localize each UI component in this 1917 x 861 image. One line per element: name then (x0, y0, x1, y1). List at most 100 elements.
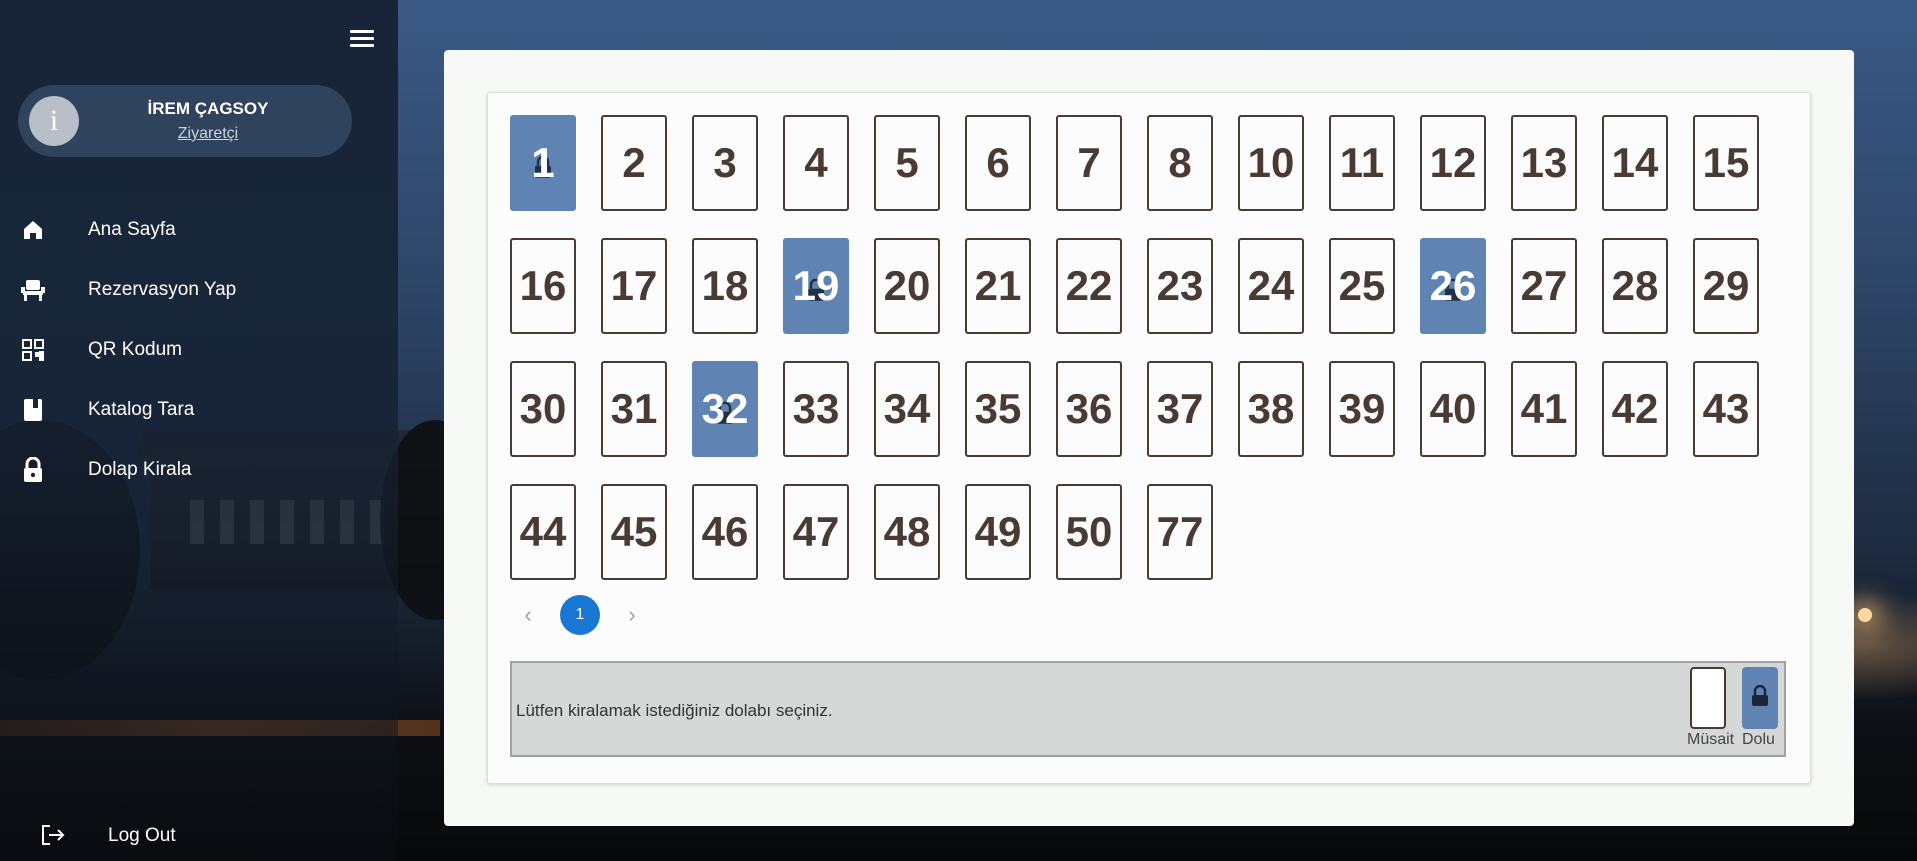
locker-available[interactable]: 34 (874, 361, 940, 457)
locker-available[interactable]: 40 (1420, 361, 1486, 457)
locker-number: 48 (883, 508, 931, 555)
sidebar-item-label: Katalog Tara (88, 399, 195, 420)
locker-grid: 1 2 3 4 5 6 7 8 10 11 12 13 14 15 16 17 18 19 20 21 22 23 24 25… (510, 115, 1790, 615)
locker-available[interactable]: 45 (601, 484, 667, 580)
locker-available[interactable]: 35 (965, 361, 1031, 457)
locker-number: 1 (531, 139, 555, 186)
legend-full-swatch (1742, 667, 1778, 729)
locker-number: 19 (792, 262, 840, 309)
sidebar-item-label: Rezervasyon Yap (88, 279, 237, 300)
locker-number: 45 (610, 508, 658, 555)
locker-occupied[interactable]: 26 (1420, 238, 1486, 334)
menu-toggle-icon[interactable] (350, 30, 374, 48)
locker-number: 33 (792, 385, 840, 432)
locker-number: 50 (1065, 508, 1113, 555)
locker-available[interactable]: 16 (510, 238, 576, 334)
locker-available[interactable]: 7 (1056, 115, 1122, 211)
locker-available[interactable]: 42 (1602, 361, 1668, 457)
locker-number: 6 (986, 139, 1010, 186)
locker-available[interactable]: 44 (510, 484, 576, 580)
locker-number: 17 (610, 262, 658, 309)
background-street-light (1858, 608, 1872, 622)
logout-button[interactable]: Log Out (0, 815, 300, 855)
locker-available[interactable]: 15 (1693, 115, 1759, 211)
main-card: 1 2 3 4 5 6 7 8 10 11 12 13 14 15 16 17 18 19 20 21 22 23 24 25… (444, 50, 1854, 826)
locker-available[interactable]: 8 (1147, 115, 1213, 211)
locker-number: 34 (883, 385, 931, 432)
sidebar: i İREM ÇAGSOY Ziyaretçi Ana Sayfa Rezerv… (0, 0, 398, 861)
locker-available[interactable]: 49 (965, 484, 1031, 580)
locker-number: 49 (974, 508, 1022, 555)
locker-number: 38 (1247, 385, 1295, 432)
locker-available[interactable]: 48 (874, 484, 940, 580)
locker-available[interactable]: 6 (965, 115, 1031, 211)
locker-available[interactable]: 47 (783, 484, 849, 580)
logout-icon (40, 822, 66, 848)
locker-available[interactable]: 30 (510, 361, 576, 457)
locker-available[interactable]: 18 (692, 238, 758, 334)
locker-available[interactable]: 10 (1238, 115, 1304, 211)
locker-available[interactable]: 12 (1420, 115, 1486, 211)
locker-available[interactable]: 77 (1147, 484, 1213, 580)
locker-available[interactable]: 11 (1329, 115, 1395, 211)
locker-available[interactable]: 14 (1602, 115, 1668, 211)
locker-number: 20 (883, 262, 931, 309)
locker-available[interactable]: 23 (1147, 238, 1213, 334)
locker-available[interactable]: 38 (1238, 361, 1304, 457)
locker-available[interactable]: 43 (1693, 361, 1759, 457)
locker-available[interactable]: 5 (874, 115, 940, 211)
sidebar-item-dolap-kirala[interactable]: Dolap Kirala (0, 440, 398, 500)
info-message: Lütfen kiralamak istediğiniz dolabı seçi… (516, 701, 833, 720)
home-icon (20, 217, 46, 243)
locker-available[interactable]: 28 (1602, 238, 1668, 334)
locker-available[interactable]: 17 (601, 238, 667, 334)
locker-available[interactable]: 24 (1238, 238, 1304, 334)
locker-number: 43 (1702, 385, 1750, 432)
user-role-link[interactable]: Ziyaretçi (108, 125, 308, 143)
locker-available[interactable]: 21 (965, 238, 1031, 334)
locker-number: 14 (1611, 139, 1659, 186)
locker-number: 37 (1156, 385, 1204, 432)
sidebar-item-katalog-tara[interactable]: Katalog Tara (0, 380, 398, 440)
chevron-left-icon[interactable]: ‹ (518, 604, 538, 626)
page-button-current[interactable]: 1 (560, 595, 600, 635)
locker-number: 10 (1247, 139, 1295, 186)
locker-available[interactable]: 25 (1329, 238, 1395, 334)
logout-label: Log Out (108, 825, 176, 846)
locker-number: 35 (974, 385, 1022, 432)
locker-available[interactable]: 39 (1329, 361, 1395, 457)
sidebar-item-qr-kodum[interactable]: QR Kodum (0, 320, 398, 380)
locker-available[interactable]: 27 (1511, 238, 1577, 334)
locker-available[interactable]: 3 (692, 115, 758, 211)
locker-available[interactable]: 29 (1693, 238, 1759, 334)
sidebar-item-label: Ana Sayfa (88, 219, 176, 240)
sidebar-item-rezervasyon-yap[interactable]: Rezervasyon Yap (0, 260, 398, 320)
locker-available[interactable]: 41 (1511, 361, 1577, 457)
locker-number: 26 (1429, 262, 1477, 309)
locker-number: 39 (1338, 385, 1386, 432)
locker-number: 15 (1702, 139, 1750, 186)
locker-number: 21 (974, 262, 1022, 309)
locker-available[interactable]: 22 (1056, 238, 1122, 334)
legend-available-swatch (1690, 667, 1726, 729)
chevron-right-icon[interactable]: › (622, 604, 642, 626)
locker-available[interactable]: 37 (1147, 361, 1213, 457)
locker-number: 3 (713, 139, 737, 186)
lock-icon (1752, 685, 1768, 706)
locker-available[interactable]: 46 (692, 484, 758, 580)
locker-available[interactable]: 4 (783, 115, 849, 211)
locker-available[interactable]: 20 (874, 238, 940, 334)
locker-available[interactable]: 2 (601, 115, 667, 211)
locker-number: 4 (804, 139, 828, 186)
locker-number: 2 (622, 139, 646, 186)
locker-available[interactable]: 13 (1511, 115, 1577, 211)
sidebar-item-ana-sayfa[interactable]: Ana Sayfa (0, 200, 398, 260)
locker-occupied[interactable]: 32 (692, 361, 758, 457)
locker-available[interactable]: 33 (783, 361, 849, 457)
locker-available[interactable]: 50 (1056, 484, 1122, 580)
locker-available[interactable]: 31 (601, 361, 667, 457)
locker-occupied[interactable]: 19 (783, 238, 849, 334)
locker-available[interactable]: 36 (1056, 361, 1122, 457)
qr-code-icon (20, 337, 46, 363)
locker-occupied[interactable]: 1 (510, 115, 576, 211)
